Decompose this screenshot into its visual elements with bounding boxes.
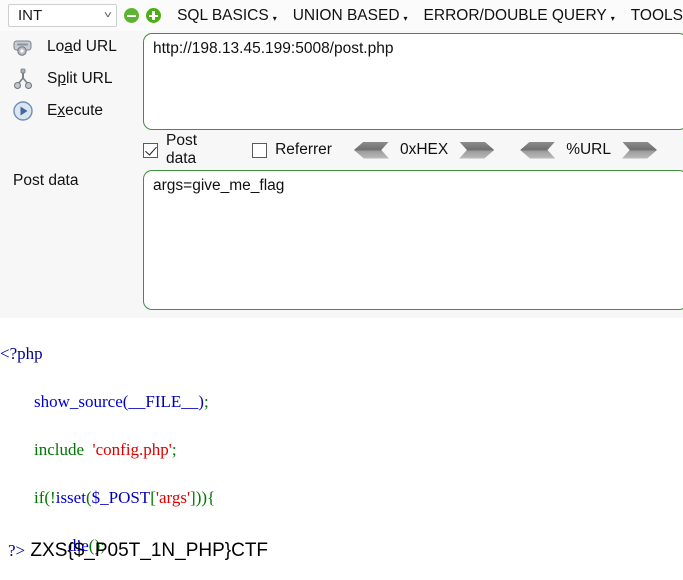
code-line: include 'config.php'; bbox=[34, 440, 177, 459]
url-encoder-group: %URL bbox=[520, 141, 657, 159]
url-encode-label: %URL bbox=[566, 141, 611, 158]
menu-item-label: SQL BASICS bbox=[177, 6, 269, 24]
plus-circle-icon[interactable] bbox=[146, 8, 162, 23]
checkbox-checked-icon bbox=[143, 142, 158, 158]
url-input[interactable]: http://198.13.45.199:5008/post.php bbox=[143, 33, 683, 130]
php-close-tag: ?> bbox=[8, 541, 26, 560]
split-url-label: Split URL bbox=[47, 70, 113, 87]
minus-circle-icon[interactable] bbox=[124, 8, 140, 23]
load-url-label: Load URL bbox=[47, 38, 117, 55]
execute-icon bbox=[11, 99, 35, 123]
caret-down-icon: ▾ bbox=[610, 13, 615, 23]
checkbox-unchecked-icon bbox=[252, 142, 268, 158]
options-row: Post data Referrer 0xHEX %URL bbox=[143, 132, 683, 167]
arrow-left-icon[interactable] bbox=[520, 141, 556, 159]
action-column: Load URL Split URL Execute bbox=[0, 31, 140, 127]
arrow-right-icon[interactable] bbox=[622, 141, 657, 159]
split-url-button[interactable]: Split URL bbox=[0, 63, 140, 95]
split-url-icon bbox=[11, 67, 35, 91]
flag-output-line: ?> ZXS{$_P05T_1N_PHP}CTF bbox=[8, 540, 268, 562]
menu-item-union-based[interactable]: UNION BASED ▾ bbox=[293, 7, 408, 25]
code-line: if(!isset($_POST['args'])){ bbox=[34, 488, 216, 507]
referrer-checkbox[interactable]: Referrer bbox=[252, 141, 332, 159]
arrow-right-icon[interactable] bbox=[459, 141, 495, 159]
caret-down-icon: ▾ bbox=[403, 13, 408, 23]
code-line: <?php bbox=[0, 342, 683, 366]
menu-item-label: ERROR/DOUBLE QUERY bbox=[423, 6, 607, 24]
flag-value: ZXS{$_P05T_1N_PHP}CTF bbox=[30, 540, 269, 561]
type-selector-value: INT bbox=[18, 7, 43, 24]
chevron-down-icon: ˅ bbox=[104, 10, 113, 21]
postdata-input[interactable]: args=give_me_flag bbox=[143, 170, 683, 310]
menu-item-sql-basics[interactable]: SQL BASICS ▾ bbox=[177, 7, 277, 25]
caret-down-icon: ▾ bbox=[272, 13, 277, 23]
menu-item-error-double-query[interactable]: ERROR/DOUBLE QUERY ▾ bbox=[424, 7, 615, 25]
post-data-checkbox[interactable]: Post data bbox=[143, 132, 230, 168]
hex-label: 0xHEX bbox=[399, 141, 449, 158]
execute-label: Execute bbox=[47, 102, 104, 119]
execute-button[interactable]: Execute bbox=[0, 95, 140, 127]
load-url-button[interactable]: Load URL bbox=[0, 31, 140, 63]
referrer-checkbox-label: Referrer bbox=[275, 141, 332, 158]
arrow-left-icon[interactable] bbox=[353, 141, 389, 159]
menu-item-label: TOOLS bbox=[630, 6, 683, 24]
hackbar-panel: INT ˅ SQL BASICS ▾ UNION BASED ▾ ERROR/D… bbox=[0, 0, 683, 318]
hex-encoder-group: 0xHEX bbox=[353, 141, 495, 159]
type-selector[interactable]: INT ˅ bbox=[8, 4, 118, 27]
post-data-checkbox-label: Post data bbox=[166, 132, 198, 167]
postdata-label: Post data bbox=[13, 172, 79, 189]
load-url-icon bbox=[11, 35, 35, 59]
menu-item-label: UNION BASED bbox=[292, 6, 400, 24]
code-line: show_source(__FILE__); bbox=[34, 392, 209, 411]
php-open-tag: <?php bbox=[0, 344, 43, 363]
menu-bar: INT ˅ SQL BASICS ▾ UNION BASED ▾ ERROR/D… bbox=[0, 0, 683, 31]
menu-item-tools[interactable]: TOOLS bbox=[631, 7, 683, 25]
